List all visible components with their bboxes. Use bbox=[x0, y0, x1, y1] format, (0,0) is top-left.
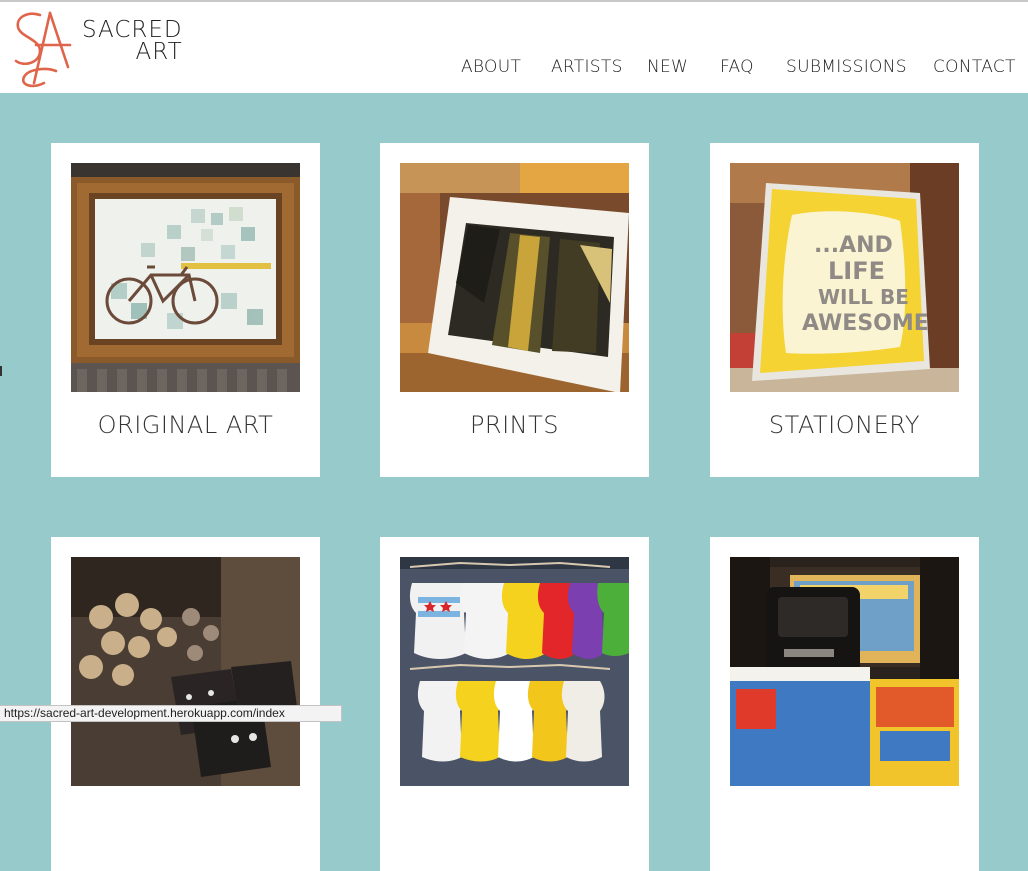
sa-monogram-icon bbox=[14, 11, 72, 88]
card-label-stationery[interactable]: STATIONERY bbox=[710, 411, 979, 439]
card-text-line-2: LIFE bbox=[828, 257, 886, 285]
category-card-original-art[interactable]: ORIGINAL ART bbox=[51, 143, 320, 477]
card-text-line-3: WILL BE bbox=[818, 285, 909, 309]
card-label-original-art[interactable]: ORIGINAL ART bbox=[51, 411, 320, 439]
category-card-kids[interactable] bbox=[380, 537, 649, 871]
prints-image[interactable] bbox=[400, 163, 629, 392]
card-text-line-1: ...AND bbox=[814, 233, 893, 258]
jewelry-image[interactable] bbox=[71, 557, 300, 786]
category-card-stationery[interactable]: ...AND LIFE WILL BE AWESOME STATIONERY bbox=[710, 143, 979, 477]
card-label-prints[interactable]: PRINTS bbox=[380, 411, 649, 439]
browser-status-bar-url: https://sacred-art-development.herokuapp… bbox=[0, 705, 342, 722]
nav-new[interactable]: NEW bbox=[647, 57, 688, 77]
nav-submissions[interactable]: SUBMISSIONS bbox=[786, 57, 907, 77]
original-art-image[interactable] bbox=[71, 163, 300, 392]
framed-bicycle-painting-icon bbox=[71, 163, 300, 392]
stationery-card-lettering: ...AND LIFE WILL BE AWESOME bbox=[730, 163, 959, 392]
city-building-print-icon bbox=[400, 163, 629, 392]
camera-books-image[interactable] bbox=[730, 557, 959, 786]
nav-contact[interactable]: CONTACT bbox=[933, 57, 1016, 77]
jewelry-earrings-icon bbox=[71, 557, 300, 786]
vintage-camera-and-books-icon bbox=[730, 557, 959, 786]
nav-artists[interactable]: ARTISTS bbox=[551, 57, 623, 77]
chicago-baby-onesies-icon bbox=[400, 557, 629, 786]
site-logo[interactable]: SACRED ART bbox=[10, 5, 183, 93]
nav-faq[interactable]: FAQ bbox=[720, 57, 754, 77]
category-card-jewelry[interactable] bbox=[51, 537, 320, 871]
site-header: SACRED ART ABOUT ARTISTS NEW FAQ SUBMISS… bbox=[0, 2, 1028, 93]
page-edge-marker bbox=[0, 366, 2, 376]
card-text-line-4: AWESOME bbox=[802, 311, 929, 336]
category-card-prints[interactable]: PRINTS bbox=[380, 143, 649, 477]
stationery-image[interactable]: ...AND LIFE WILL BE AWESOME bbox=[730, 163, 959, 392]
brand-wordmark: SACRED ART bbox=[82, 19, 183, 65]
nav-about[interactable]: ABOUT bbox=[461, 57, 521, 77]
onesies-image[interactable] bbox=[400, 557, 629, 786]
category-card-gifts[interactable] bbox=[710, 537, 979, 871]
brand-line-2: ART bbox=[135, 39, 183, 65]
